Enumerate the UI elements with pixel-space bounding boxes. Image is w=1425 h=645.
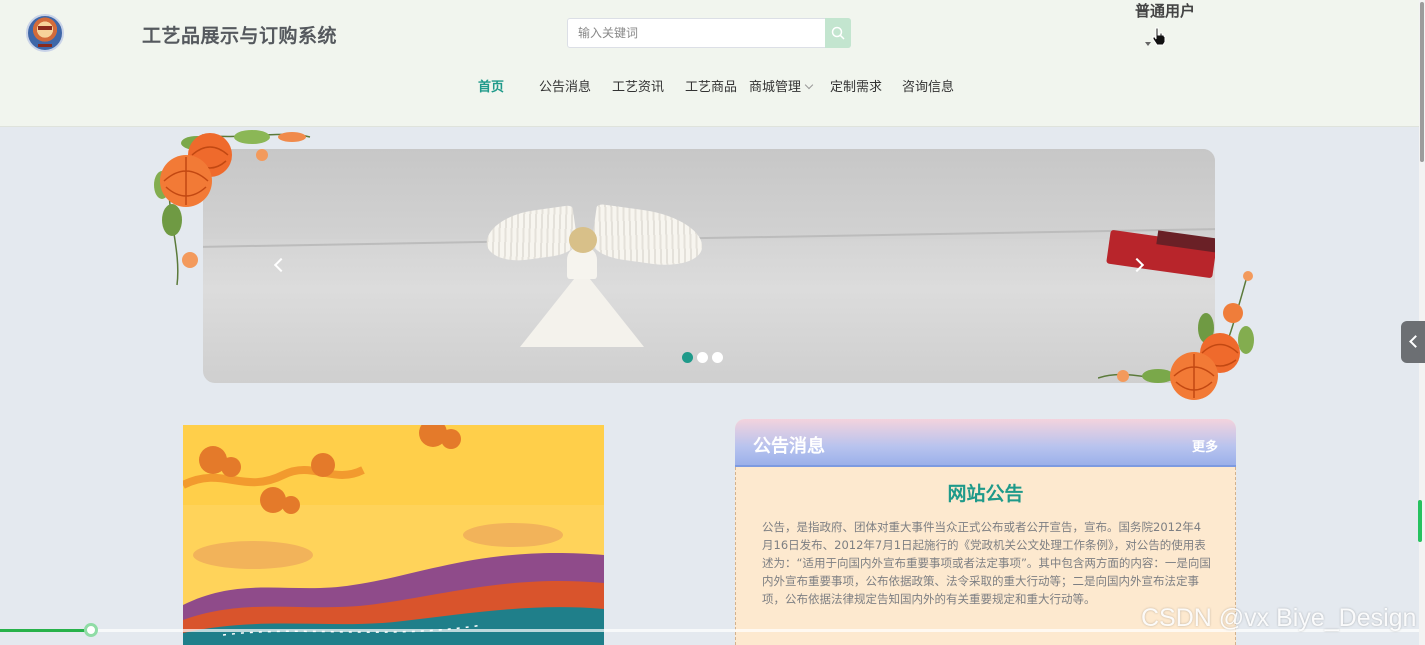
nav-item-craft-products[interactable]: 工艺商品 (685, 76, 737, 95)
carousel-dot[interactable] (682, 352, 693, 363)
notice-subtitle[interactable]: 网站公告 (736, 479, 1235, 506)
chevron-down-icon (804, 80, 814, 90)
scrollbar-thumb[interactable] (1420, 2, 1424, 162)
video-progress-fill (0, 629, 90, 632)
notice-text: 公告，是指政府、团体对重大事件当众正式公布或者公开宣告，宣布。国务院2012年4… (762, 520, 1211, 606)
side-indicator (1418, 500, 1422, 542)
pointer-cursor-icon (1152, 27, 1166, 46)
flower-decoration (1098, 271, 1254, 400)
header: 工艺品展示与订购系统 普通用户 首页 公告消息 工艺资讯 工艺商品 商城管理 定… (0, 0, 1419, 127)
watermark: CSDN @vx Biye_Design (1141, 604, 1417, 632)
notice-title: 公告消息 (753, 436, 825, 457)
notice-more-link[interactable]: 更多 (1192, 436, 1218, 455)
nav-item-craft-news[interactable]: 工艺资讯 (612, 76, 664, 95)
carousel-dot[interactable] (712, 352, 723, 363)
search-box (567, 18, 851, 48)
carousel-indicators (682, 352, 727, 364)
nav-item-consultation[interactable]: 咨询信息 (902, 76, 954, 95)
angel-figure (569, 227, 597, 253)
carousel-dot[interactable] (697, 352, 708, 363)
flower-decoration (154, 130, 311, 286)
video-progress-handle[interactable] (84, 623, 98, 637)
user-menu[interactable]: 普通用户 (1135, 0, 1195, 21)
nav-item-mall-management[interactable]: 商城管理 (749, 76, 814, 95)
angel-figure (520, 269, 644, 347)
nav-item-home[interactable]: 首页 (478, 76, 504, 95)
search-input[interactable] (568, 19, 826, 47)
nav-item-label: 商城管理 (749, 80, 802, 95)
logo-icon[interactable] (26, 14, 64, 52)
side-panel-toggle[interactable] (1401, 321, 1425, 363)
slide-background (203, 149, 1215, 239)
main-nav: 首页 公告消息 工艺资讯 工艺商品 商城管理 定制需求 咨询信息 (0, 76, 1419, 96)
nav-item-announcements[interactable]: 公告消息 (539, 76, 591, 95)
featured-art-image[interactable] (183, 425, 604, 645)
banner-carousel[interactable] (203, 149, 1215, 383)
notice-header: 公告消息 更多 (735, 419, 1236, 467)
nav-item-custom-requests[interactable]: 定制需求 (830, 76, 882, 95)
search-icon (831, 26, 845, 40)
site-title[interactable]: 工艺品展示与订购系统 (142, 21, 337, 48)
search-button[interactable] (825, 18, 851, 48)
